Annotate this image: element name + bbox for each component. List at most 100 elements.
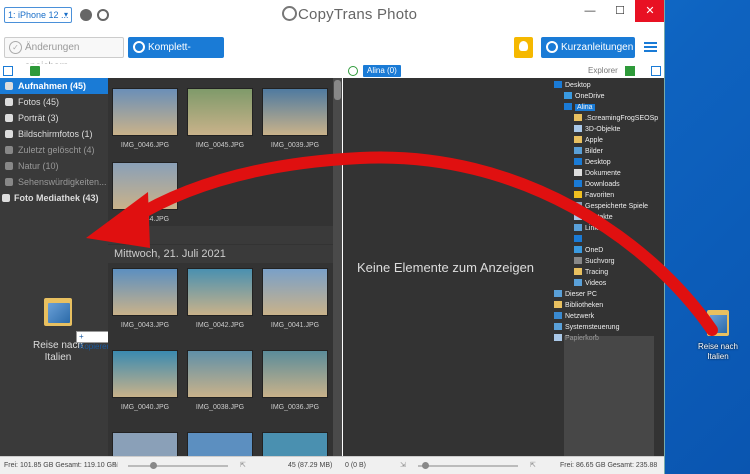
photo-thumbnail[interactable] — [187, 350, 253, 398]
tree-item[interactable]: Downloads — [574, 179, 620, 190]
photo-thumbnail[interactable] — [187, 432, 253, 456]
tree-item[interactable] — [574, 234, 585, 245]
device-select-value: 1: iPhone 12 ... — [8, 10, 69, 20]
tree-item[interactable]: Desktop — [554, 80, 591, 91]
tree-item[interactable]: Bilder — [574, 146, 603, 157]
add-icon[interactable] — [348, 66, 358, 76]
tree-item[interactable]: Alina — [564, 102, 595, 113]
album-icon — [5, 114, 13, 122]
tree-item[interactable]: Apple — [574, 135, 603, 146]
maximize-button[interactable]: ☐ — [605, 0, 635, 22]
photo-thumbnail[interactable] — [187, 88, 253, 136]
album-icon — [5, 98, 13, 106]
sidebar-item-label: Sehenswürdigkeiten... — [18, 177, 107, 187]
full-backup-button[interactable]: Komplett-Backup — [128, 37, 224, 74]
new-album-icon[interactable] — [30, 66, 40, 76]
tree-item[interactable]: Favoriten — [574, 190, 614, 201]
tree-item[interactable]: Tracing — [574, 267, 608, 278]
tree-item-label: Apple — [585, 137, 603, 144]
tree-item-label: Videos — [585, 280, 607, 287]
desktop-folder-icon[interactable] — [707, 310, 729, 336]
folder-icon — [574, 246, 582, 253]
folder-icon — [574, 224, 582, 231]
save-changes-button[interactable]: ✓ Änderungen speichern — [4, 37, 124, 72]
toolbar: ✓ Änderungen speichern Komplett-Backup K… — [0, 30, 664, 74]
minimize-button[interactable]: — — [575, 0, 605, 22]
tree-item[interactable]: Gespeicherte Spiele — [574, 201, 648, 212]
grow-icon[interactable]: ⇱ — [240, 457, 246, 474]
thumbnail-size-slider-right[interactable] — [418, 462, 518, 469]
photo-thumbnail[interactable] — [262, 350, 328, 398]
sidebar-item[interactable]: Zuletzt gelöscht (4) — [0, 142, 108, 158]
grow-right-icon[interactable]: ⇱ — [530, 457, 536, 474]
sidebar-item-label: Zuletzt gelöscht (4) — [18, 145, 95, 155]
tree-item[interactable]: Dieser PC — [554, 289, 597, 300]
tree-item[interactable]: Systemsteuerung — [554, 322, 619, 333]
scrollbar-thumb[interactable] — [334, 80, 341, 100]
folder-icon — [564, 103, 572, 110]
explorer-panel: Explorer Desktop OneDrive Alina .ScreamingF… — [548, 64, 664, 456]
photo-thumbnail[interactable] — [112, 162, 178, 210]
sidebar-item[interactable]: Porträt (3) — [0, 110, 108, 126]
photo-filename: IMG_0046.JPG — [120, 142, 170, 149]
slider-knob[interactable] — [150, 462, 157, 469]
menu-icon[interactable] — [644, 42, 657, 52]
sidebar-item[interactable]: Foto Mediathek (43) — [0, 190, 108, 206]
tree-item[interactable]: Videos — [574, 278, 606, 289]
sidebar-item[interactable]: Sehenswürdigkeiten... — [0, 174, 108, 190]
dragged-folder-label: Reise nach Italien — [32, 340, 84, 363]
tree-item[interactable]: Desktop — [574, 157, 611, 168]
album-icon — [5, 162, 13, 170]
photo-thumbnail[interactable] — [112, 350, 178, 398]
sidebar-item[interactable]: Aufnahmen (45) — [0, 78, 108, 94]
folder-icon — [574, 158, 582, 165]
tree-item-label: Systemsteuerung — [565, 324, 620, 331]
folder-icon — [574, 169, 582, 176]
slider-knob-right[interactable] — [422, 462, 429, 469]
collapse-panel-icon[interactable] — [651, 66, 661, 76]
photo-thumbnail[interactable] — [112, 268, 178, 316]
close-button[interactable]: ✕ — [635, 0, 664, 22]
sidebar-item[interactable]: Fotos (45) — [0, 94, 108, 110]
photo-filename: IMG_0041.JPG — [270, 322, 320, 329]
thumbnail-size-slider[interactable] — [128, 462, 228, 469]
folder-icon — [574, 202, 582, 209]
tree-item-label: Gespeicherte Spiele — [585, 203, 649, 210]
photo-thumbnail[interactable] — [187, 268, 253, 316]
album-tag[interactable]: Alina (0) — [363, 65, 401, 77]
shrink-right-icon[interactable]: ⇲ — [400, 457, 406, 474]
expand-panel-icon[interactable] — [3, 66, 13, 76]
tree-item-label: Favoriten — [585, 192, 615, 199]
tree-item[interactable]: 3D-Objekte — [574, 124, 620, 135]
explorer-title: Explorer — [588, 66, 618, 75]
tree-item[interactable]: Links — [574, 223, 601, 234]
tree-item-label: 3D-Objekte — [585, 126, 621, 133]
tree-item[interactable]: OneD — [574, 245, 603, 256]
photo-thumbnail[interactable] — [262, 268, 328, 316]
shrink-icon[interactable]: ⇲ — [112, 457, 118, 474]
eject-icon[interactable] — [80, 9, 92, 21]
empty-message: Keine Elemente zum Anzeigen — [356, 260, 535, 275]
tree-item[interactable]: .ScreamingFrogSEOSp — [574, 113, 658, 124]
folder-icon — [574, 268, 582, 275]
refresh-icon[interactable] — [97, 9, 109, 21]
sidebar-item[interactable]: Natur (10) — [0, 158, 108, 174]
tree-item[interactable]: Kontakte — [574, 212, 613, 223]
tree-item[interactable]: Bibliotheken — [554, 300, 603, 311]
photo-thumbnail[interactable] — [112, 88, 178, 136]
tree-item[interactable]: Dokumente — [574, 168, 621, 179]
tree-item[interactable]: Netzwerk — [554, 311, 594, 322]
folder-icon[interactable] — [625, 66, 635, 76]
sidebar-item-label: Foto Mediathek (43) — [14, 193, 99, 203]
device-select[interactable]: 1: iPhone 12 ... ▾ — [4, 7, 72, 23]
tips-button[interactable] — [514, 37, 533, 58]
tree-item[interactable]: Suchvorg — [574, 256, 615, 267]
photo-thumbnail[interactable] — [262, 88, 328, 136]
sidebar-item[interactable]: Bildschirmfotos (1) — [0, 126, 108, 142]
photo-thumbnail[interactable] — [112, 432, 178, 456]
photo-thumbnail[interactable] — [262, 432, 328, 456]
tree-item[interactable]: OneDrive — [564, 91, 605, 102]
album-sidebar: Aufnahmen (45) Fotos (45) Porträt (3) Bilds… — [0, 78, 116, 456]
quick-guide-button[interactable]: Kurzanleitungen — [541, 37, 635, 58]
gallery-scrollbar[interactable] — [333, 78, 342, 456]
